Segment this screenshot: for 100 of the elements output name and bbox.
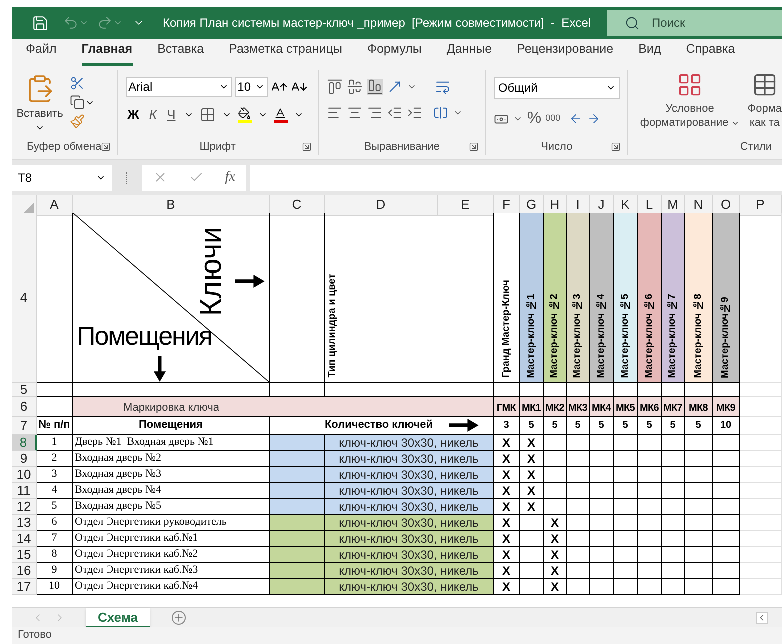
decrease-indent-icon[interactable]: [386, 105, 403, 121]
empty-cell: [685, 451, 713, 467]
insert-function-button[interactable]: fx: [225, 167, 236, 188]
table-cell: МК3: [567, 397, 590, 417]
empty-cell: [713, 467, 740, 483]
menu-tab[interactable]: Файл: [26, 40, 57, 66]
menu-tab[interactable]: Рецензирование: [517, 40, 614, 66]
table-cell: МК6: [638, 397, 662, 417]
empty-cell: [740, 499, 782, 515]
font-name-select[interactable]: Arial: [126, 77, 232, 97]
increase-decimal-icon[interactable]: [568, 112, 583, 126]
column-header[interactable]: B: [73, 195, 270, 216]
row-header[interactable]: 17: [12, 579, 37, 595]
row-header[interactable]: 6: [12, 397, 37, 417]
menu-tab[interactable]: Вставка: [158, 40, 204, 66]
search-input[interactable]: Поиск: [652, 14, 772, 32]
column-header[interactable]: A: [37, 195, 73, 216]
table-cell: 9: [37, 563, 73, 579]
key-heading-cell: Мастер-ключ №2: [544, 213, 567, 383]
copy-icon[interactable]: [70, 95, 85, 110]
italic-button[interactable]: К: [147, 105, 160, 124]
align-top-icon[interactable]: [326, 79, 343, 95]
align-right-icon[interactable]: [366, 105, 383, 121]
column-header[interactable]: D: [325, 195, 438, 216]
table-cell: X: [544, 547, 567, 563]
menu-tab[interactable]: Разметка страницы: [229, 40, 342, 66]
menu-tab[interactable]: Данные: [446, 40, 492, 66]
table-cell: 2: [37, 451, 73, 467]
thousands-button[interactable]: 000: [546, 112, 561, 126]
formula-field[interactable]: [250, 164, 782, 190]
table-cell: X: [520, 451, 544, 467]
menu-tab[interactable]: Справка: [686, 40, 736, 66]
menu-tab[interactable]: Формулы: [367, 40, 422, 66]
scroll-left-icon[interactable]: [756, 612, 768, 624]
table-cell: Отдел Энергетики каб.№4: [73, 579, 270, 595]
table-cell: ГМК: [494, 397, 520, 417]
table-cell: ключ-ключ 30х30, никель: [325, 499, 494, 515]
row-header[interactable]: 5: [12, 383, 37, 397]
increase-indent-icon[interactable]: [406, 105, 423, 121]
align-middle-icon[interactable]: [346, 79, 363, 95]
empty-cell: [590, 531, 614, 547]
save-icon[interactable]: [32, 14, 49, 32]
dialog-launcher-icon[interactable]: [302, 142, 312, 152]
dialog-launcher-icon[interactable]: [611, 142, 622, 152]
empty-cell: [590, 451, 614, 467]
row-header[interactable]: 8: [12, 435, 37, 451]
add-sheet-icon[interactable]: [172, 610, 186, 624]
empty-cell: [567, 435, 590, 451]
empty-cell: [567, 563, 590, 579]
row-header[interactable]: 9: [12, 451, 37, 467]
empty-cell: [590, 515, 614, 531]
table-cell: ключ-ключ 30х30, никель: [325, 451, 494, 467]
font-color-icon[interactable]: [274, 106, 288, 123]
empty-cell: [662, 467, 685, 483]
dialog-launcher-icon[interactable]: [100, 142, 111, 152]
row-header[interactable]: 11: [12, 483, 37, 499]
fill-color-icon[interactable]: [238, 106, 252, 123]
row-header[interactable]: 4: [12, 213, 37, 383]
wrap-text-icon[interactable]: [434, 79, 451, 95]
key-heading-cell: Мастер-ключ №1: [520, 213, 544, 383]
borders-icon[interactable]: [200, 106, 216, 123]
merge-cells-icon[interactable]: [432, 105, 449, 121]
table-cell: МК5: [614, 397, 638, 417]
search-field[interactable]: Поиск: [607, 10, 782, 36]
align-center-icon[interactable]: [346, 105, 363, 121]
number-format-select[interactable]: Общий: [494, 77, 620, 99]
bold-button[interactable]: Ж: [126, 105, 142, 124]
row-header[interactable]: 14: [12, 531, 37, 547]
font-size-select[interactable]: 10: [234, 77, 268, 97]
underline-button[interactable]: Ч: [165, 105, 178, 124]
row-header[interactable]: 10: [12, 467, 37, 483]
align-bottom-icon[interactable]: [366, 79, 383, 95]
empty-cell: [685, 435, 713, 451]
table-cell: X: [494, 547, 520, 563]
row-header[interactable]: 12: [12, 499, 37, 515]
format-as-table-button[interactable]: Форма как та: [748, 72, 782, 139]
column-header[interactable]: E: [438, 195, 494, 216]
empty-cell: [740, 467, 782, 483]
dialog-launcher-icon[interactable]: [469, 142, 480, 152]
key-heading-cell: Мастер-ключ№9: [713, 213, 740, 383]
align-left-icon[interactable]: [326, 105, 343, 121]
decrease-decimal-icon[interactable]: [586, 112, 601, 126]
column-header[interactable]: P: [740, 195, 782, 216]
empty-cell: [520, 531, 544, 547]
empty-cell: [685, 483, 713, 499]
row-header[interactable]: 13: [12, 515, 37, 531]
search-icon[interactable]: [625, 16, 640, 30]
column-header[interactable]: C: [270, 195, 325, 216]
cut-icon[interactable]: [70, 76, 85, 91]
menu-tab[interactable]: Вид: [638, 40, 662, 66]
group-label: Выравнивание: [364, 140, 440, 155]
empty-cell: [638, 563, 662, 579]
row-header[interactable]: 16: [12, 563, 37, 579]
percent-button[interactable]: %: [527, 107, 542, 131]
sheet-tab[interactable]: Схема: [86, 608, 150, 628]
row-header[interactable]: 15: [12, 547, 37, 563]
empty-cell: [567, 515, 590, 531]
name-box[interactable]: T8: [12, 164, 112, 190]
conditional-formatting-button[interactable]: Условное форматирование: [640, 72, 740, 139]
row-header[interactable]: 7: [12, 417, 37, 435]
